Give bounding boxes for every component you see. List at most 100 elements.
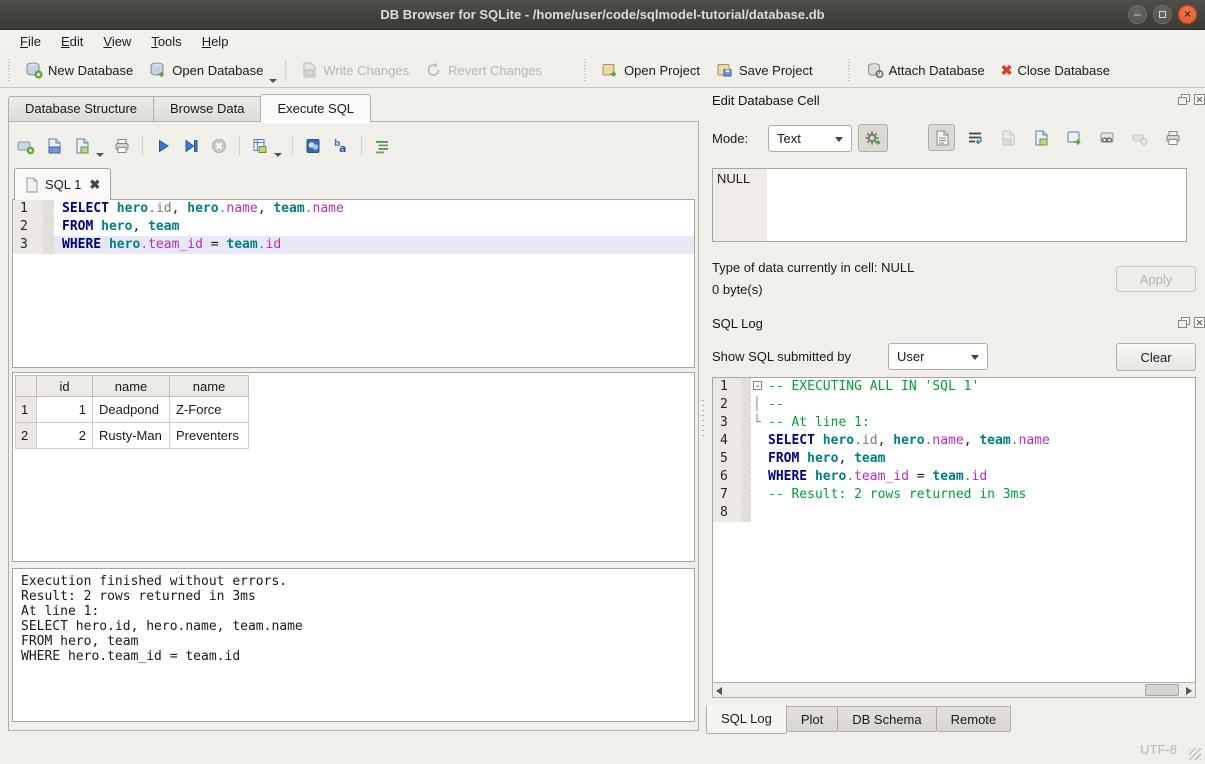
menu-file[interactable]: File: [10, 32, 51, 51]
cell-hero-name[interactable]: Rusty-Man: [93, 423, 170, 449]
splitter-handle[interactable]: [702, 400, 704, 440]
fold-marker[interactable]: -: [751, 378, 766, 396]
sql-log-filter-label: Show SQL submitted by: [712, 349, 851, 364]
line-number: 3: [713, 414, 741, 432]
tab-plot[interactable]: Plot: [787, 706, 838, 732]
apply-button: Apply: [1116, 266, 1196, 292]
window-controls: – ×: [1128, 5, 1197, 24]
dock-float-icon[interactable]: [1178, 317, 1190, 328]
dock-close-icon[interactable]: [1194, 94, 1205, 105]
sql-tab[interactable]: SQL 1 ✖: [14, 168, 111, 200]
new-database-button[interactable]: New Database: [17, 57, 141, 83]
close-database-button[interactable]: ✖ Close Database: [993, 58, 1118, 83]
sql-tab-close-icon[interactable]: ✖: [89, 177, 100, 193]
find-icon: [304, 137, 322, 155]
results-table: id name name 1 1 Deadpond Z-Force 2 2 Ru…: [15, 375, 249, 449]
menu-help[interactable]: Help: [192, 32, 239, 51]
row-number[interactable]: 2: [16, 423, 37, 449]
tab-browse-data[interactable]: Browse Data: [153, 96, 260, 122]
scroll-right-icon[interactable]: [1186, 687, 1192, 695]
cell-team-name[interactable]: Preventers: [170, 423, 249, 449]
cell-editor-area[interactable]: NULL: [712, 168, 1187, 242]
find-button[interactable]: [301, 134, 325, 158]
open-database-button[interactable]: Open Database: [141, 57, 271, 83]
dock-close-icon[interactable]: [1194, 317, 1205, 328]
scroll-left-icon[interactable]: [716, 687, 722, 695]
sql-toolbar-separator: [142, 136, 143, 156]
open-external-button[interactable]: [1060, 124, 1087, 151]
horizontal-scrollbar[interactable]: [712, 682, 1196, 698]
maximize-button[interactable]: [1153, 5, 1172, 24]
open-database-dropdown-caret[interactable]: [269, 79, 277, 83]
code-line: WHERE hero.team_id = team.id: [766, 468, 1195, 486]
copy-link-button[interactable]: [1093, 124, 1120, 151]
column-header-name2[interactable]: name: [170, 376, 249, 397]
app-window: DB Browser for SQLite - /home/user/code/…: [0, 0, 1205, 764]
cell-editor-content[interactable]: [767, 169, 1186, 241]
attach-database-button[interactable]: Attach Database: [858, 57, 993, 83]
tab-db-schema[interactable]: DB Schema: [838, 706, 936, 732]
format-sql-button[interactable]: ba: [329, 134, 353, 158]
line-number: 2: [713, 396, 741, 414]
database-open-icon: [149, 61, 167, 79]
save-sql-dropdown-caret[interactable]: [96, 153, 104, 157]
log-line: 1--- EXECUTING ALL IN 'SQL 1': [713, 378, 1195, 396]
text-mode-button[interactable]: [928, 124, 955, 151]
tab-execute-sql[interactable]: Execute SQL: [260, 94, 371, 123]
sql-log-filter-select[interactable]: User: [888, 343, 988, 370]
clear-log-button[interactable]: Clear: [1116, 343, 1196, 371]
code-line: WHERE hero.team_id = team.id: [54, 236, 694, 254]
sql-editor[interactable]: 1SELECT hero.id, hero.name, team.name 2F…: [12, 199, 695, 368]
tab-remote[interactable]: Remote: [937, 706, 1012, 732]
minimize-button[interactable]: –: [1128, 5, 1147, 24]
tab-sql-log[interactable]: SQL Log: [706, 705, 787, 734]
auto-format-button[interactable]: [858, 124, 888, 152]
open-project-button[interactable]: Open Project: [593, 57, 708, 83]
word-wrap-button[interactable]: [961, 124, 988, 151]
stop-button: [207, 134, 231, 158]
log-line: 2│--: [713, 396, 1195, 414]
table-row[interactable]: 1 1 Deadpond Z-Force: [16, 397, 249, 423]
column-header-id[interactable]: id: [37, 376, 93, 397]
toolbar-grip[interactable]: [847, 59, 852, 81]
cell-id[interactable]: 1: [37, 397, 93, 423]
save-sql-file-button[interactable]: [70, 134, 94, 158]
column-header-name[interactable]: name: [93, 376, 170, 397]
database-attach-icon: [866, 61, 884, 79]
execute-line-button[interactable]: [179, 134, 203, 158]
menu-edit[interactable]: Edit: [51, 32, 93, 51]
attach-database-label: Attach Database: [889, 63, 985, 78]
sql-log-viewer[interactable]: 1--- EXECUTING ALL IN 'SQL 1' 2│-- 3└-- …: [712, 377, 1196, 682]
print-sql-button[interactable]: [110, 134, 134, 158]
cell-hero-name[interactable]: Deadpond: [93, 397, 170, 423]
toolbar-grip[interactable]: [582, 59, 587, 81]
line-number: 3: [13, 236, 43, 254]
word-wrap-button[interactable]: [370, 134, 394, 158]
cell-id[interactable]: 2: [37, 423, 93, 449]
save-project-button[interactable]: Save Project: [708, 57, 821, 83]
scrollbar-thumb[interactable]: [1145, 684, 1179, 696]
new-sql-tab-button[interactable]: [14, 134, 38, 158]
sql-log-dock-buttons: [1178, 317, 1205, 328]
resize-grip[interactable]: [1189, 748, 1201, 760]
print-cell-button[interactable]: [1159, 124, 1186, 151]
save-results-dropdown-caret[interactable]: [274, 153, 282, 157]
open-sql-file-button[interactable]: [42, 134, 66, 158]
menu-tools[interactable]: Tools: [141, 32, 191, 51]
dock-float-icon[interactable]: [1178, 94, 1190, 105]
mode-select[interactable]: Text: [768, 125, 852, 152]
menu-view[interactable]: View: [93, 32, 141, 51]
table-row[interactable]: 2 2 Rusty-Man Preventers: [16, 423, 249, 449]
export-data-button[interactable]: [1027, 124, 1054, 151]
cell-team-name[interactable]: Z-Force: [170, 397, 249, 423]
row-number[interactable]: 1: [16, 397, 37, 423]
close-button[interactable]: ×: [1178, 5, 1197, 24]
execution-message[interactable]: Execution finished without errors. Resul…: [12, 568, 695, 722]
line-number: 5: [713, 450, 741, 468]
toolbar-grip[interactable]: [6, 59, 11, 81]
save-results-button[interactable]: [248, 134, 272, 158]
execute-all-button[interactable]: [151, 134, 175, 158]
tab-database-structure[interactable]: Database Structure: [8, 96, 153, 122]
log-margin: [741, 414, 751, 432]
write-changes-icon: [300, 61, 318, 79]
